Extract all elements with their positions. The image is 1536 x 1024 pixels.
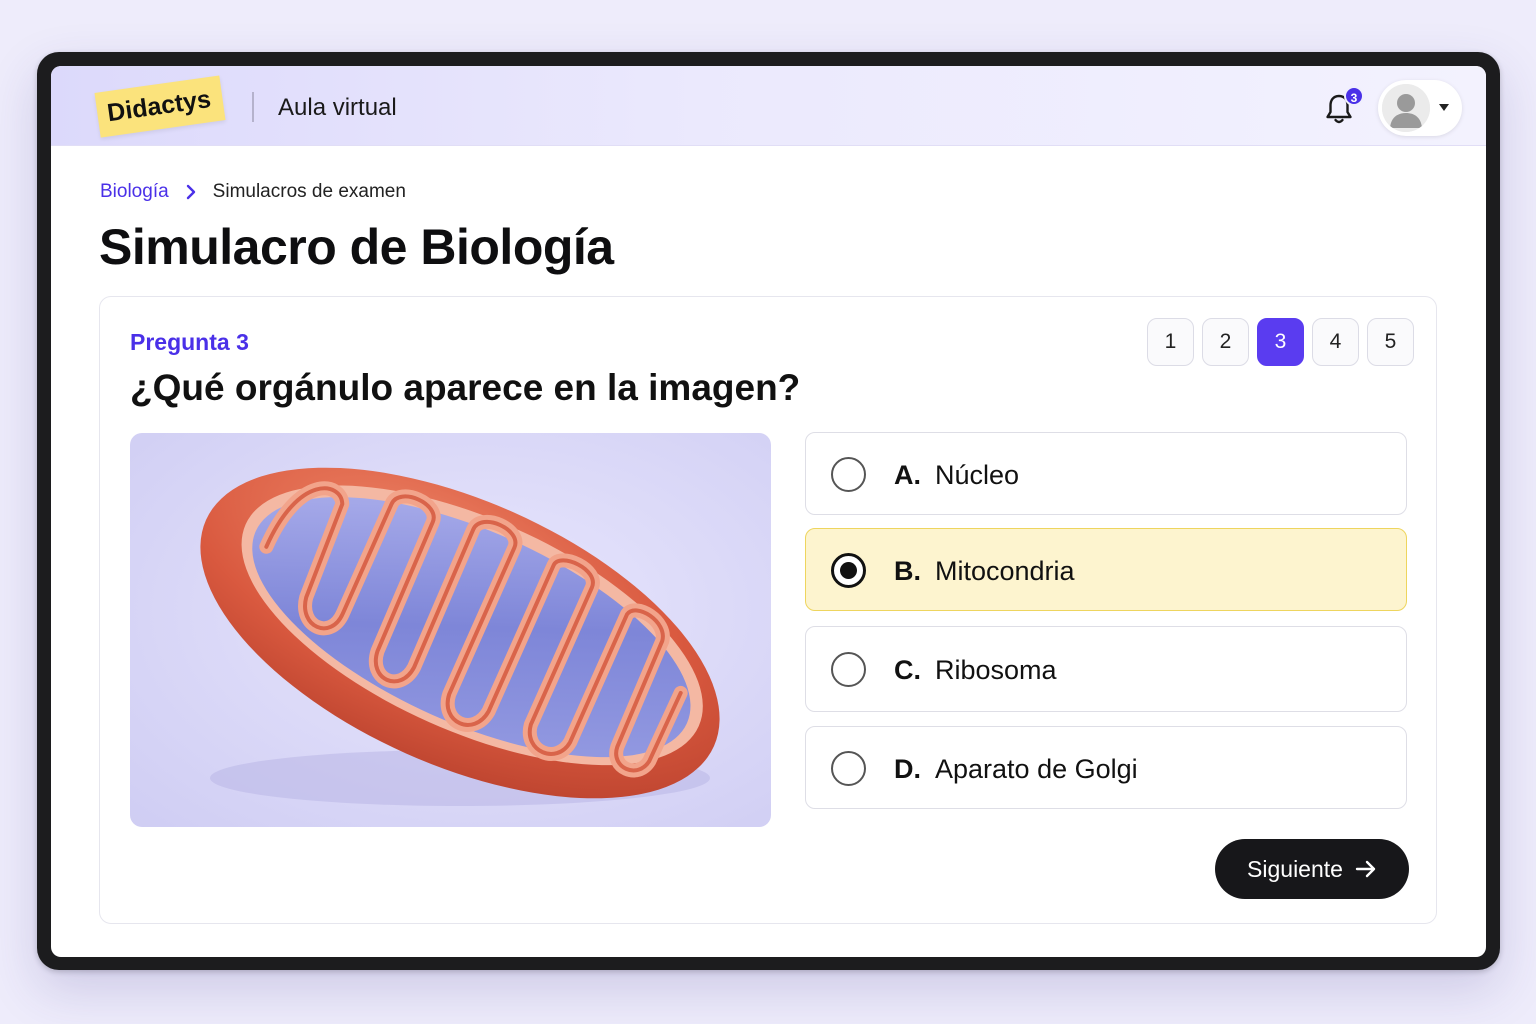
option-c[interactable]: C. Ribosoma	[805, 626, 1407, 712]
page-button-1[interactable]: 1	[1147, 318, 1194, 366]
user-menu[interactable]	[1378, 80, 1462, 136]
radio-button[interactable]	[831, 457, 866, 492]
breadcrumb-link-biologia[interactable]: Biología	[100, 181, 169, 203]
mitochondrion-illustration	[200, 467, 720, 806]
page-button-3[interactable]: 3	[1257, 318, 1304, 366]
logo[interactable]: Didactys	[94, 75, 226, 138]
chevron-down-icon	[1439, 104, 1449, 111]
notification-count-badge: 3	[1344, 86, 1364, 106]
header-divider	[252, 92, 254, 122]
page-button-2[interactable]: 2	[1202, 318, 1249, 366]
chevron-right-icon	[186, 184, 195, 200]
option-letter: A.	[894, 460, 921, 490]
question-label: Pregunta 3	[130, 329, 249, 355]
option-d[interactable]: D. Aparato de Golgi	[805, 726, 1407, 809]
app-screen: Didactys Aula virtual 3 Biología Simulac…	[51, 66, 1486, 957]
radio-button-checked[interactable]	[831, 553, 866, 588]
option-label: Aparato de Golgi	[935, 754, 1138, 784]
user-placeholder-icon	[1382, 84, 1430, 132]
question-text: ¿Qué orgánulo aparece en la imagen?	[130, 367, 801, 408]
next-button-label: Siguiente	[1247, 855, 1343, 882]
question-card: Pregunta 3 ¿Qué orgánulo aparece en la i…	[99, 296, 1437, 924]
page-button-4[interactable]: 4	[1312, 318, 1359, 366]
option-label: Ribosoma	[935, 655, 1057, 685]
page-button-5[interactable]: 5	[1367, 318, 1414, 366]
breadcrumb: Biología Simulacros de examen	[100, 181, 406, 203]
avatar	[1382, 84, 1430, 132]
app-title: Aula virtual	[278, 94, 397, 121]
question-pager: 1 2 3 4 5	[1147, 318, 1414, 366]
question-image	[130, 433, 771, 827]
option-a[interactable]: A. Núcleo	[805, 432, 1407, 515]
option-letter: D.	[894, 754, 921, 784]
option-label: Mitocondria	[935, 556, 1075, 586]
top-bar: Didactys Aula virtual 3	[51, 66, 1486, 146]
option-letter: B.	[894, 556, 921, 586]
page-title: Simulacro de Biología	[99, 219, 614, 275]
breadcrumb-current: Simulacros de examen	[212, 181, 406, 202]
arrow-right-icon	[1355, 860, 1376, 878]
option-b[interactable]: B. Mitocondria	[805, 528, 1407, 611]
radio-button[interactable]	[831, 652, 866, 687]
radio-button[interactable]	[831, 751, 866, 786]
option-letter: C.	[894, 655, 921, 685]
next-button[interactable]: Siguiente	[1215, 839, 1409, 899]
option-label: Núcleo	[935, 460, 1020, 490]
